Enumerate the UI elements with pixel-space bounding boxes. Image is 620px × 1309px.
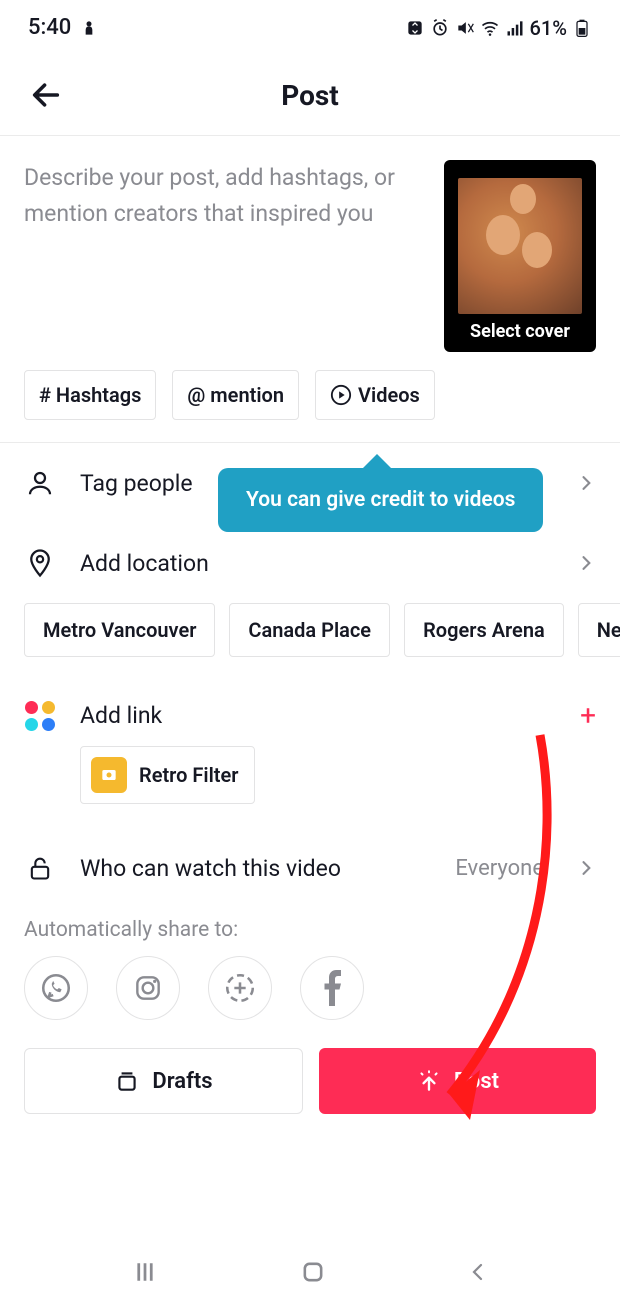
mute-icon — [455, 18, 475, 38]
location-chip[interactable]: Canada Place — [229, 603, 390, 657]
drafts-icon — [114, 1068, 140, 1094]
hashtags-chip[interactable]: # Hashtags — [24, 370, 156, 420]
share-facebook[interactable] — [300, 956, 364, 1020]
post-icon — [416, 1068, 442, 1094]
back-button[interactable] — [26, 75, 66, 115]
play-circle-icon — [330, 384, 352, 406]
story-add-icon — [223, 971, 257, 1005]
location-chip[interactable]: Rogers Arena — [404, 603, 564, 657]
drafts-label: Drafts — [152, 1069, 212, 1094]
filter-icon — [91, 757, 127, 793]
wifi-icon — [480, 18, 500, 38]
tooltip-credit-videos: You can give credit to videos — [218, 468, 543, 532]
nav-back-icon — [466, 1260, 490, 1284]
alarm-icon — [430, 18, 450, 38]
header: Post — [0, 55, 620, 135]
post-label: Post — [454, 1069, 499, 1094]
share-story[interactable] — [208, 956, 272, 1020]
location-pin-icon — [25, 548, 55, 578]
arrow-left-icon — [29, 78, 63, 112]
drafts-button[interactable]: Drafts — [24, 1048, 303, 1114]
retro-filter-label: Retro Filter — [139, 763, 238, 787]
add-location-row[interactable]: Add location — [0, 523, 620, 603]
status-bar: 5:40 61% — [0, 0, 620, 55]
recents-icon — [130, 1257, 160, 1287]
chevron-right-icon — [576, 553, 596, 573]
nav-recents[interactable] — [130, 1257, 160, 1291]
location-chip[interactable]: Metro Vancouver — [24, 603, 215, 657]
videos-chip[interactable]: Videos — [315, 370, 435, 420]
share-instagram[interactable] — [116, 956, 180, 1020]
status-time: 5:40 — [28, 15, 71, 40]
add-link-row[interactable]: Add link + — [0, 685, 620, 746]
mention-chip[interactable]: @ mention — [172, 370, 299, 420]
battery-percent: 61% — [530, 16, 567, 40]
nav-back[interactable] — [466, 1260, 490, 1288]
cover-thumbnail[interactable]: Select cover — [444, 160, 596, 352]
caption-area: Describe your post, add hashtags, or men… — [0, 136, 620, 370]
add-link-label: Add link — [80, 702, 556, 729]
videos-chip-label: Videos — [358, 383, 420, 407]
chevron-right-icon — [576, 858, 596, 878]
location-chip[interactable]: New Y — [578, 603, 620, 657]
signal-icon — [505, 18, 525, 38]
facebook-icon — [321, 970, 343, 1006]
privacy-label: Who can watch this video — [80, 855, 431, 882]
share-row — [0, 956, 620, 1048]
android-navbar — [0, 1239, 620, 1309]
caption-input[interactable]: Describe your post, add hashtags, or men… — [24, 160, 426, 352]
page-title: Post — [281, 79, 339, 112]
location-suggestions: Metro Vancouver Canada Place Rogers Aren… — [0, 603, 620, 685]
suggestion-chip-row: # Hashtags @ mention Videos — [0, 370, 620, 442]
instagram-icon — [132, 972, 164, 1004]
add-link-plus-icon: + — [580, 699, 596, 732]
battery-icon — [572, 18, 592, 38]
retro-filter-chip[interactable]: Retro Filter — [80, 746, 255, 804]
home-icon — [299, 1258, 327, 1286]
person-icon — [25, 468, 55, 498]
unlock-icon — [26, 854, 54, 882]
privacy-value: Everyone — [455, 856, 544, 881]
recycle-icon — [405, 18, 425, 38]
chevron-right-icon — [576, 473, 596, 493]
bottom-buttons: Drafts Post — [0, 1048, 620, 1114]
auto-share-label: Automatically share to: — [0, 908, 620, 956]
whatsapp-icon — [39, 971, 73, 1005]
apps-icon — [25, 701, 55, 731]
nav-home[interactable] — [299, 1258, 327, 1290]
parental-icon — [79, 18, 99, 38]
post-button[interactable]: Post — [319, 1048, 596, 1114]
share-whatsapp[interactable] — [24, 956, 88, 1020]
privacy-row[interactable]: Who can watch this video Everyone — [0, 828, 620, 908]
add-location-label: Add location — [80, 550, 552, 577]
cover-label: Select cover — [444, 321, 596, 342]
